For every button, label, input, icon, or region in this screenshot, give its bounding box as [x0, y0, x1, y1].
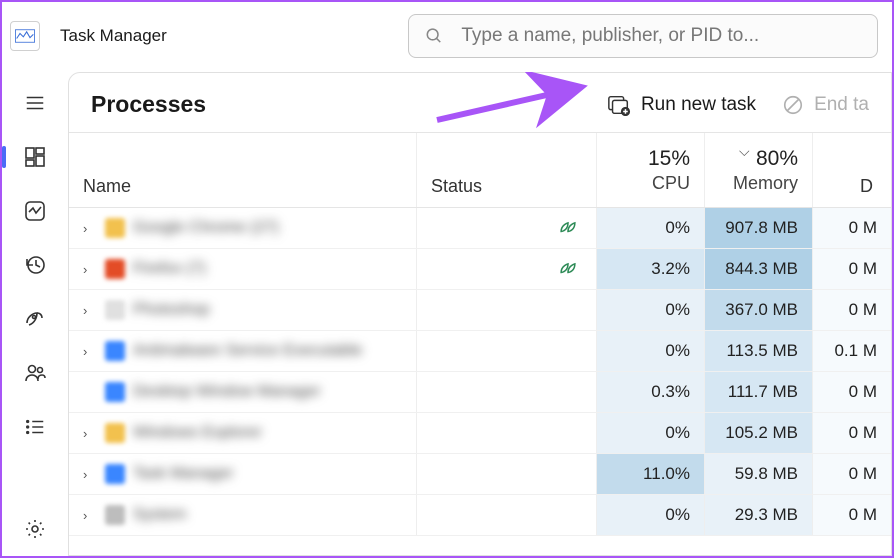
- nav-details[interactable]: [6, 400, 64, 454]
- app-icon: [10, 21, 40, 51]
- disk-cell: 0 M: [813, 372, 891, 412]
- col-disk[interactable]: D: [813, 133, 891, 207]
- process-status: [417, 454, 597, 494]
- search-box[interactable]: [408, 14, 878, 58]
- end-task-button: End ta: [782, 94, 869, 116]
- process-row[interactable]: Desktop Window Manager 0.3%111.7 MB0 M: [69, 372, 891, 413]
- process-name: Google Chrome (27): [133, 219, 279, 237]
- cpu-cell: 3.2%: [597, 249, 705, 289]
- memory-cell: 105.2 MB: [705, 413, 813, 453]
- expand-chevron-icon[interactable]: ›: [83, 467, 97, 482]
- memory-label: Memory: [733, 173, 798, 194]
- cpu-cell: 11.0%: [597, 454, 705, 494]
- cpu-cell: 0.3%: [597, 372, 705, 412]
- content-panel: Processes Run new task End ta Name Statu…: [68, 72, 892, 556]
- disk-cell: 0 M: [813, 290, 891, 330]
- process-icon: [105, 341, 125, 361]
- process-status: [417, 372, 597, 412]
- table-header: Name Status 15% CPU ⌵ 80% Memory D: [69, 132, 891, 208]
- expand-chevron-icon[interactable]: ›: [83, 344, 97, 359]
- memory-cell: 907.8 MB: [705, 208, 813, 248]
- nav-app-history[interactable]: [6, 238, 64, 292]
- disk-cell: 0 M: [813, 208, 891, 248]
- process-name: Task Manager: [133, 465, 234, 483]
- hamburger-button[interactable]: [6, 76, 64, 130]
- memory-cell: 113.5 MB: [705, 331, 813, 371]
- process-status: [417, 249, 597, 289]
- process-list: ›Google Chrome (27)0%907.8 MB0 M›Firefox…: [69, 208, 891, 555]
- expand-chevron-icon[interactable]: ›: [83, 303, 97, 318]
- run-new-task-label: Run new task: [641, 94, 756, 116]
- col-cpu[interactable]: 15% CPU: [597, 133, 705, 207]
- app-title: Task Manager: [60, 26, 167, 46]
- run-new-task-button[interactable]: Run new task: [607, 94, 756, 116]
- memory-cell: 844.3 MB: [705, 249, 813, 289]
- process-icon: [105, 259, 125, 279]
- process-name: Windows Explorer: [133, 424, 262, 442]
- expand-chevron-icon[interactable]: ›: [83, 221, 97, 236]
- expand-chevron-icon[interactable]: ›: [83, 508, 97, 523]
- disk-cell: 0.1 M: [813, 331, 891, 371]
- memory-usage-pct: 80%: [756, 147, 798, 171]
- memory-cell: 367.0 MB: [705, 290, 813, 330]
- process-name: Antimalware Service Executable: [133, 342, 362, 360]
- end-task-label: End ta: [814, 94, 869, 116]
- nav-users[interactable]: [6, 346, 64, 400]
- process-name: Firefox (7): [133, 260, 206, 278]
- col-name[interactable]: Name: [69, 133, 417, 207]
- sidebar: [2, 70, 68, 556]
- process-icon: [105, 505, 125, 525]
- cpu-cell: 0%: [597, 208, 705, 248]
- search-icon: [425, 26, 443, 46]
- cpu-cell: 0%: [597, 331, 705, 371]
- process-icon: [105, 382, 125, 402]
- search-input[interactable]: [461, 25, 861, 47]
- process-icon: [105, 423, 125, 443]
- process-name: System: [133, 506, 186, 524]
- cpu-usage-pct: 15%: [648, 147, 690, 171]
- cpu-label: CPU: [652, 173, 690, 194]
- disk-cell: 0 M: [813, 454, 891, 494]
- expand-chevron-icon[interactable]: ›: [83, 426, 97, 441]
- run-task-icon: [607, 94, 631, 116]
- memory-cell: 111.7 MB: [705, 372, 813, 412]
- efficiency-leaf-icon: [556, 259, 580, 279]
- process-status: [417, 495, 597, 535]
- process-name: Desktop Window Manager: [133, 383, 321, 401]
- cpu-cell: 0%: [597, 290, 705, 330]
- process-row[interactable]: › Photoshop 0%367.0 MB0 M: [69, 290, 891, 331]
- cpu-cell: 0%: [597, 495, 705, 535]
- process-status: [417, 290, 597, 330]
- disk-cell: 0 M: [813, 495, 891, 535]
- expand-chevron-icon[interactable]: ›: [83, 262, 97, 277]
- col-status[interactable]: Status: [417, 133, 597, 207]
- process-row[interactable]: › System 0%29.3 MB0 M: [69, 495, 891, 536]
- nav-settings[interactable]: [6, 502, 64, 556]
- panel-title: Processes: [91, 91, 206, 118]
- process-row[interactable]: › Firefox (7) 3.2%844.3 MB0 M: [69, 249, 891, 290]
- process-icon: [105, 300, 125, 320]
- nav-processes[interactable]: [6, 130, 64, 184]
- process-row[interactable]: › Google Chrome (27) 0%907.8 MB0 M: [69, 208, 891, 249]
- memory-cell: 59.8 MB: [705, 454, 813, 494]
- sort-chevron-icon: ⌵: [739, 143, 750, 160]
- process-status: [417, 208, 597, 248]
- process-row[interactable]: › Windows Explorer 0%105.2 MB0 M: [69, 413, 891, 454]
- cpu-cell: 0%: [597, 413, 705, 453]
- nav-startup[interactable]: [6, 292, 64, 346]
- nav-performance[interactable]: [6, 184, 64, 238]
- disk-cell: 0 M: [813, 413, 891, 453]
- process-name: Photoshop: [133, 301, 210, 319]
- end-task-icon: [782, 94, 804, 116]
- process-status: [417, 331, 597, 371]
- process-icon: [105, 218, 125, 238]
- process-icon: [105, 464, 125, 484]
- disk-cell: 0 M: [813, 249, 891, 289]
- process-row[interactable]: › Task Manager 11.0%59.8 MB0 M: [69, 454, 891, 495]
- process-status: [417, 413, 597, 453]
- col-memory[interactable]: ⌵ 80% Memory: [705, 133, 813, 207]
- memory-cell: 29.3 MB: [705, 495, 813, 535]
- process-row[interactable]: › Antimalware Service Executable 0%113.5 M…: [69, 331, 891, 372]
- efficiency-leaf-icon: [556, 218, 580, 238]
